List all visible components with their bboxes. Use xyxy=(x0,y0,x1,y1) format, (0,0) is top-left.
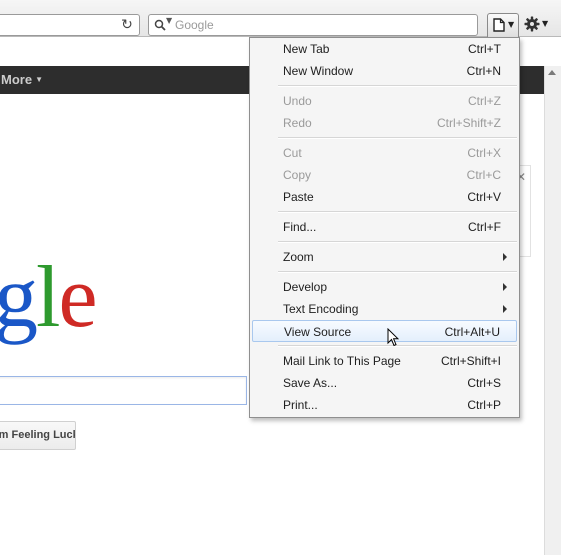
menu-item-save-as[interactable]: Save As... Ctrl+S xyxy=(252,372,517,394)
menu-item-label: Cut xyxy=(283,146,302,160)
menu-item-shortcut: Ctrl+T xyxy=(468,42,501,56)
logo-letter-g: g xyxy=(0,249,38,346)
menu-item-mail-link[interactable]: Mail Link to This Page Ctrl+Shift+I xyxy=(252,350,517,372)
menu-item-label: New Tab xyxy=(283,42,330,56)
submenu-arrow-icon xyxy=(503,283,507,291)
more-link[interactable]: More ▼ xyxy=(1,72,43,87)
menu-item-label: Print... xyxy=(283,398,318,412)
menu-item-label: Save As... xyxy=(283,376,338,390)
menu-item-undo[interactable]: Undo Ctrl+Z xyxy=(252,90,517,112)
logo-letter-l: l xyxy=(36,249,60,346)
menu-item-label: Text Encoding xyxy=(283,302,359,316)
menu-separator xyxy=(278,85,517,87)
google-search-input[interactable] xyxy=(0,376,247,405)
menu-item-shortcut: Ctrl+Shift+Z xyxy=(436,116,501,130)
menu-item-shortcut: Ctrl+N xyxy=(466,64,501,78)
feeling-lucky-button[interactable]: I'm Feeling Lucky xyxy=(0,421,76,450)
menu-item-print[interactable]: Print... Ctrl+P xyxy=(252,394,517,416)
menu-item-shortcut: Ctrl+C xyxy=(466,168,501,182)
submenu-arrow-icon xyxy=(503,305,507,313)
submenu-arrow-icon xyxy=(503,253,507,261)
menu-item-shortcut: Ctrl+V xyxy=(467,190,501,204)
address-bar[interactable]: ↻ xyxy=(0,14,140,36)
google-logo: gle xyxy=(0,248,98,358)
menu-item-shortcut: Ctrl+X xyxy=(467,146,501,160)
menu-separator xyxy=(278,137,517,139)
menu-item-label: Mail Link to This Page xyxy=(283,354,401,368)
reload-icon[interactable]: ↻ xyxy=(119,17,135,33)
chevron-down-icon: ▼ xyxy=(542,19,549,28)
menu-item-label: Zoom xyxy=(283,250,314,264)
chevron-down-icon: ▼ xyxy=(35,75,43,84)
menu-item-label: Copy xyxy=(283,168,312,182)
menu-separator xyxy=(278,211,517,213)
menu-item-label: Paste xyxy=(283,190,314,204)
page-menu-button[interactable]: ▼ xyxy=(487,13,519,37)
browser-toolbar: ↻ ▼ ▼ ▼ xyxy=(0,0,561,37)
search-engine-dropdown-icon[interactable]: ▼ xyxy=(166,16,172,25)
search-bar[interactable]: ▼ xyxy=(148,14,478,36)
scroll-up-icon[interactable] xyxy=(548,70,556,75)
menu-item-shortcut: Ctrl+Shift+I xyxy=(440,354,501,368)
menu-item-label: New Window xyxy=(283,64,354,78)
menu-item-shortcut: Ctrl+P xyxy=(467,398,501,412)
menu-item-label: View Source xyxy=(284,325,352,339)
menu-separator xyxy=(278,241,517,243)
menu-item-find[interactable]: Find... Ctrl+F xyxy=(252,216,517,238)
mouse-cursor-icon xyxy=(387,328,399,347)
menu-item-zoom[interactable]: Zoom xyxy=(252,246,517,268)
page-icon xyxy=(493,18,505,32)
menu-item-label: Undo xyxy=(283,94,312,108)
menu-item-new-tab[interactable]: New Tab Ctrl+T xyxy=(252,38,517,60)
menu-item-label: Redo xyxy=(283,116,312,130)
logo-letter-e: e xyxy=(58,249,97,346)
menu-item-cut[interactable]: Cut Ctrl+X xyxy=(252,142,517,164)
settings-menu-button[interactable]: ▼ xyxy=(524,15,552,35)
gear-icon xyxy=(524,16,540,32)
menu-item-shortcut: Ctrl+Alt+U xyxy=(444,325,500,339)
menu-item-shortcut: Ctrl+Z xyxy=(468,94,501,108)
page-menu-dropdown: New Tab Ctrl+T New Window Ctrl+N Undo Ct… xyxy=(249,37,520,418)
menu-separator xyxy=(278,271,517,273)
more-label: More xyxy=(1,72,33,87)
vertical-scrollbar[interactable] xyxy=(544,66,561,555)
menu-item-text-encoding[interactable]: Text Encoding xyxy=(252,298,517,320)
menu-item-develop[interactable]: Develop xyxy=(252,276,517,298)
menu-item-paste[interactable]: Paste Ctrl+V xyxy=(252,186,517,208)
menu-item-shortcut: Ctrl+F xyxy=(468,220,501,234)
menu-item-copy[interactable]: Copy Ctrl+C xyxy=(252,164,517,186)
menu-item-shortcut: Ctrl+S xyxy=(467,376,501,390)
menu-item-redo[interactable]: Redo Ctrl+Shift+Z xyxy=(252,112,517,134)
menu-item-new-window[interactable]: New Window Ctrl+N xyxy=(252,60,517,82)
chevron-down-icon: ▼ xyxy=(508,20,515,29)
menu-item-label: Develop xyxy=(283,280,328,294)
menu-item-view-source[interactable]: View Source Ctrl+Alt+U xyxy=(252,320,517,342)
menu-item-label: Find... xyxy=(283,220,317,234)
search-icon[interactable] xyxy=(154,19,166,31)
search-input[interactable] xyxy=(175,17,465,33)
